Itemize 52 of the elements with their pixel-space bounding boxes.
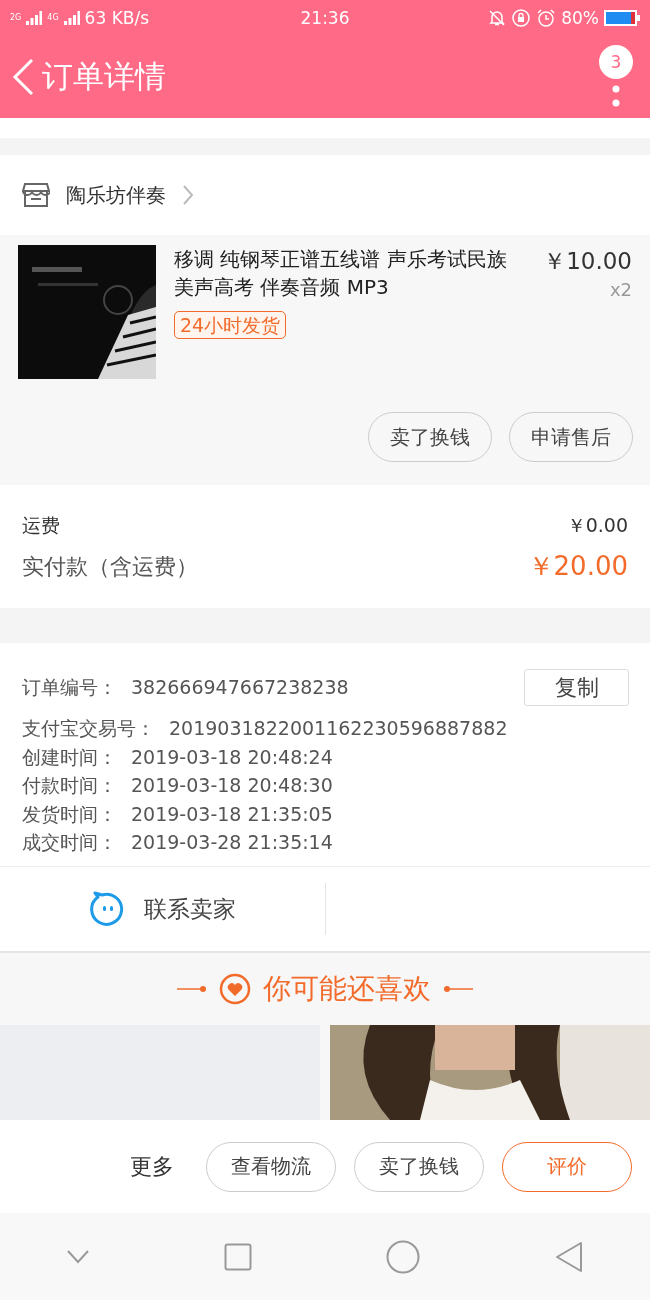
more-icon[interactable] xyxy=(612,84,620,107)
network-label: 2G xyxy=(10,13,22,22)
copy-button[interactable]: 复制 xyxy=(524,669,629,706)
info-value: 2019031822001162230596887882 xyxy=(169,716,508,741)
fee-value: ￥0.00 xyxy=(566,513,628,538)
unit-price: ￥10.00 xyxy=(543,247,632,276)
more-link[interactable]: 更多 xyxy=(130,1151,174,1182)
quantity: x2 xyxy=(608,279,632,300)
action-button[interactable]: 卖了换钱 xyxy=(368,412,492,462)
divider-arrow-icon xyxy=(443,985,473,993)
product-title[interactable]: 移调 纯钢琴正谱五线谱 声乐考试民族美声高考 伴奏音频 MP3 xyxy=(174,245,526,301)
divider-arrow-icon xyxy=(177,985,207,993)
alarm-icon xyxy=(536,7,557,28)
total-amount: ￥20.00 xyxy=(527,550,628,583)
chevron-right-icon xyxy=(182,184,194,206)
back-icon[interactable] xyxy=(554,1240,583,1273)
signal-icon xyxy=(26,10,43,25)
battery-icon xyxy=(604,9,640,26)
shop-name[interactable]: 陶乐坊伴奏 xyxy=(66,181,166,209)
info-value: 2019-03-18 21:35:05 xyxy=(131,801,333,827)
action-button[interactable]: 申请售后 xyxy=(509,412,633,462)
page-title: 订单详情 xyxy=(42,56,167,96)
fee-label: 实付款（含运费） xyxy=(22,552,198,581)
info-label: 发货时间： xyxy=(22,801,117,827)
chat-face-icon xyxy=(89,891,126,927)
info-value: 2019-03-18 20:48:30 xyxy=(131,773,333,798)
section-title: 你可能还喜欢 xyxy=(263,971,431,1007)
action-button[interactable]: 查看物流 xyxy=(206,1141,336,1192)
message-count-badge: 3 xyxy=(599,44,633,79)
contact-seller[interactable]: 联系卖家 xyxy=(143,893,236,925)
info-value: 2019-03-18 20:48:24 xyxy=(131,744,333,770)
info-label: 成交时间： xyxy=(22,830,117,855)
rotation-lock-icon xyxy=(511,7,532,28)
store-icon xyxy=(22,182,50,208)
action-button[interactable]: 卖了换钱 xyxy=(354,1141,484,1192)
clock: 21:36 xyxy=(300,7,350,28)
network-speed: 63 KB/s xyxy=(84,7,150,28)
muted-bell-icon xyxy=(488,8,507,27)
fee-label: 运费 xyxy=(22,513,60,538)
home-icon[interactable] xyxy=(386,1239,421,1274)
collapse-icon[interactable] xyxy=(67,1249,90,1264)
info-value: 382666947667238238 xyxy=(131,675,349,701)
network-label: 4G xyxy=(47,13,59,22)
shipping-tag: 24小时发货 xyxy=(174,311,287,339)
recent-apps-icon[interactable] xyxy=(223,1242,252,1271)
signal-icon xyxy=(63,10,80,25)
info-label: 创建时间： xyxy=(22,744,117,770)
info-label: 付款时间： xyxy=(22,773,117,798)
battery-percent: 80% xyxy=(561,7,599,28)
info-label: 订单编号： xyxy=(22,675,117,701)
info-value: 2019-03-28 21:35:14 xyxy=(131,830,333,855)
info-label: 支付宝交易号： xyxy=(22,716,155,741)
